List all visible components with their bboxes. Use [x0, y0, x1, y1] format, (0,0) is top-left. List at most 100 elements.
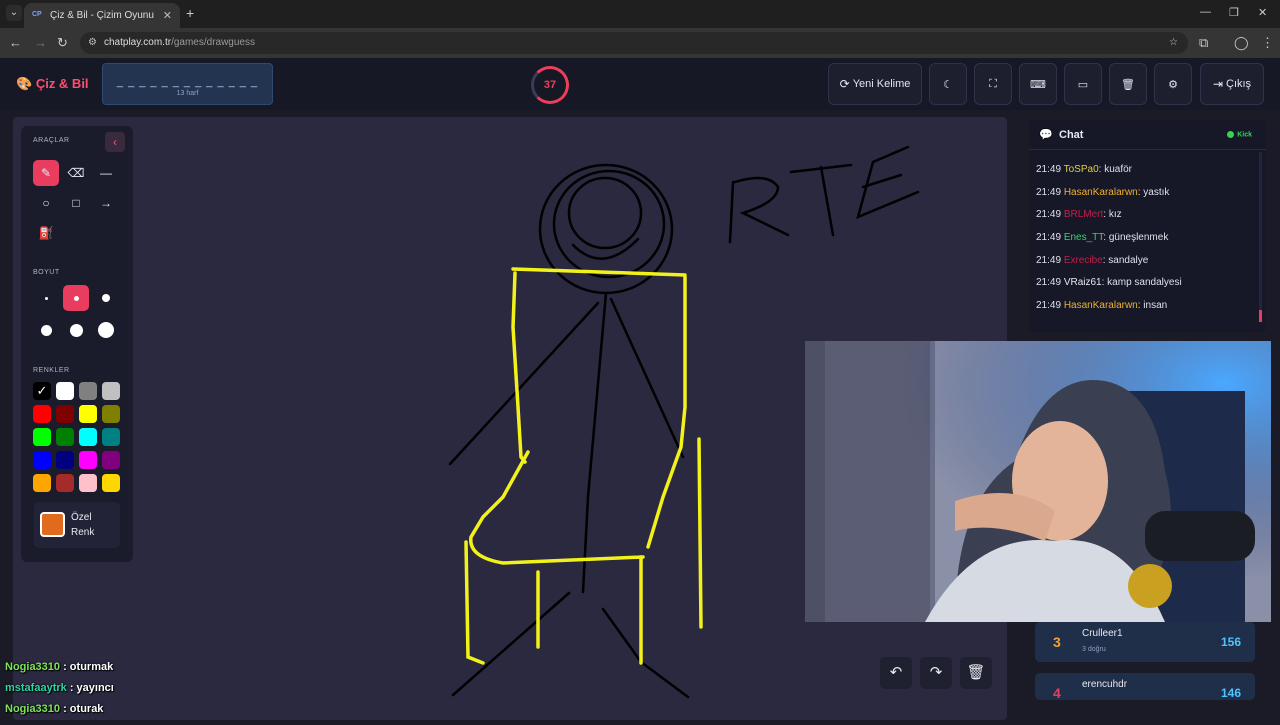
- circle-tool[interactable]: ○: [33, 190, 59, 216]
- redo-button[interactable]: ↷: [920, 657, 952, 689]
- brush-tool[interactable]: ✎: [33, 160, 59, 186]
- message-time: 21:49: [1036, 209, 1064, 221]
- exit-button[interactable]: ⇥ Çıkış: [1200, 63, 1264, 105]
- leaderboard-row: 3 Crulleer1 3 doğru 156: [1035, 622, 1255, 662]
- fill-bucket-tool[interactable]: ⛽: [33, 220, 59, 246]
- settings-button[interactable]: ⚙: [1154, 63, 1192, 105]
- size-option-4[interactable]: [33, 317, 59, 343]
- delete-button[interactable]: 🗑: [1109, 63, 1147, 105]
- chat-message: 21:49 VRaiz61: kamp sandalyesi: [1036, 277, 1256, 300]
- leaderboard-row: 4 erencuhdr 146: [1035, 673, 1255, 701]
- size-option-3[interactable]: [93, 285, 119, 311]
- color-swatch[interactable]: [33, 474, 51, 492]
- custom-color-button[interactable]: Özel Renk: [34, 502, 120, 548]
- close-window-icon[interactable]: ✕: [1258, 6, 1267, 19]
- browser-tab[interactable]: CP Çiz & Bil - Çizim Oyunu ✕: [24, 3, 180, 28]
- color-swatch[interactable]: [102, 474, 120, 492]
- color-swatch[interactable]: [56, 382, 74, 400]
- close-tab-icon[interactable]: ✕: [163, 9, 172, 22]
- browser-tab-strip: ⌄ CP Çiz & Bil - Çizim Oyunu ✕ + — ❐ ✕: [0, 0, 1280, 28]
- color-swatch[interactable]: [79, 474, 97, 492]
- word-mask: _ _ _ _ _ _ _ _ _ _ _ _ _: [116, 76, 259, 88]
- bookmark-star-icon[interactable]: ☆: [1169, 32, 1178, 54]
- size-option-1[interactable]: [33, 285, 59, 311]
- color-swatch[interactable]: [79, 382, 97, 400]
- size-option-5[interactable]: [63, 317, 89, 343]
- keyboard-button[interactable]: ⌨: [1019, 63, 1057, 105]
- color-swatch[interactable]: [56, 474, 74, 492]
- message-text: : insan: [1137, 300, 1168, 312]
- theme-toggle-button[interactable]: ☾: [929, 63, 967, 105]
- message-text: : kamp sandalyesi: [1101, 277, 1182, 289]
- eraser-tool[interactable]: ⌫: [63, 160, 89, 186]
- tab-title: Çiz & Bil - Çizim Oyunu: [50, 10, 154, 21]
- message-user: VRaiz61: [1063, 277, 1102, 289]
- tab-search-icon[interactable]: ⌄: [6, 5, 22, 21]
- color-swatch[interactable]: [79, 405, 97, 423]
- message-time: 21:49: [1036, 164, 1064, 175]
- forward-icon[interactable]: →: [34, 35, 47, 50]
- new-word-button[interactable]: ⟳ Yeni Kelime: [828, 63, 922, 105]
- chat-scrollbar[interactable]: [1259, 152, 1262, 322]
- color-swatch[interactable]: [79, 428, 97, 446]
- size-option-2[interactable]: [63, 285, 89, 311]
- chat-message: 21:49 HasanKaralarwn: yastık: [1036, 187, 1256, 210]
- profile-icon[interactable]: ◯: [1234, 35, 1249, 51]
- menu-icon[interactable]: ⋮: [1261, 35, 1274, 51]
- url-host: chatplay.com.tr: [104, 37, 172, 48]
- new-tab-icon[interactable]: +: [186, 5, 194, 21]
- color-swatch[interactable]: [33, 405, 51, 423]
- color-swatch[interactable]: [33, 428, 51, 446]
- url-field[interactable]: ⚙ chatplay.com.tr/games/drawguess ☆: [80, 32, 1188, 54]
- size-option-6[interactable]: [93, 317, 119, 343]
- player-name: Crulleer1: [1082, 628, 1123, 639]
- color-swatch[interactable]: [33, 451, 51, 469]
- line-tool[interactable]: —: [93, 160, 119, 186]
- color-swatch[interactable]: [79, 451, 97, 469]
- color-swatch[interactable]: [102, 451, 120, 469]
- clear-canvas-button[interactable]: 🗑: [960, 657, 992, 689]
- round-timer: 37: [531, 66, 569, 104]
- address-bar-row: ← → ↻ ⚙ chatplay.com.tr/games/drawguess …: [0, 28, 1280, 58]
- word-mask-box: _ _ _ _ _ _ _ _ _ _ _ _ _ 13 harf: [102, 63, 273, 105]
- site-info-icon[interactable]: ⚙: [88, 32, 97, 54]
- extensions-icon[interactable]: ⧉: [1199, 35, 1208, 51]
- color-swatch[interactable]: [56, 451, 74, 469]
- chat-message: 21:49 BRLMert: kız: [1036, 209, 1256, 232]
- undo-button[interactable]: ↶: [880, 657, 912, 689]
- rectangle-tool[interactable]: □: [63, 190, 89, 216]
- player-rank: 4: [1053, 685, 1061, 701]
- tool-panel: ARAÇLAR ‹ ✎ ⌫ — ○ □ → ⛽ BOYUT RENKLER ✓ …: [21, 126, 133, 562]
- gear-icon: ⚙: [1168, 78, 1178, 91]
- tab-favicon: CP: [32, 10, 42, 18]
- message-user: BRLMert: [1063, 209, 1104, 221]
- collapse-panel-button[interactable]: ‹: [105, 132, 125, 152]
- color-swatch[interactable]: [56, 428, 74, 446]
- chat-message: 21:49 Enes_TT: güneşlenmek: [1036, 232, 1256, 255]
- color-swatch[interactable]: ✓: [33, 382, 51, 400]
- message-time: 21:49: [1036, 300, 1064, 312]
- reload-icon[interactable]: ↻: [57, 35, 68, 51]
- app-logo[interactable]: 🎨 Çiz & Bil: [16, 76, 89, 92]
- custom-color-label: Özel Renk: [71, 512, 95, 538]
- color-swatch[interactable]: [56, 405, 74, 423]
- color-swatch[interactable]: [102, 405, 120, 423]
- custom-color-swatch: [40, 512, 65, 537]
- overlay-chat-message: Nogia3310 : oturak: [5, 703, 104, 715]
- new-word-label: Yeni Kelime: [852, 78, 911, 90]
- archive-button[interactable]: ▭: [1064, 63, 1102, 105]
- color-swatch[interactable]: [102, 382, 120, 400]
- arrow-tool[interactable]: →: [93, 190, 119, 216]
- trash-icon: 🗑: [966, 664, 986, 681]
- size-section-title: BOYUT: [33, 269, 60, 276]
- chat-message: 21:49 ToSPa0: kuaför: [1036, 164, 1256, 187]
- color-swatch[interactable]: [102, 428, 120, 446]
- undo-icon: ↶: [889, 664, 903, 681]
- chat-panel: 💬 Chat Kick 21:49 ToSPa0: kuaför 21:49 Ha…: [1029, 120, 1266, 332]
- message-text: : kız: [1103, 209, 1122, 221]
- back-icon[interactable]: ←: [9, 35, 22, 50]
- maximize-icon[interactable]: ❐: [1229, 6, 1239, 19]
- minimize-icon[interactable]: —: [1200, 6, 1211, 18]
- webcam-overlay: [805, 341, 1271, 622]
- fullscreen-button[interactable]: ⛶: [974, 63, 1012, 105]
